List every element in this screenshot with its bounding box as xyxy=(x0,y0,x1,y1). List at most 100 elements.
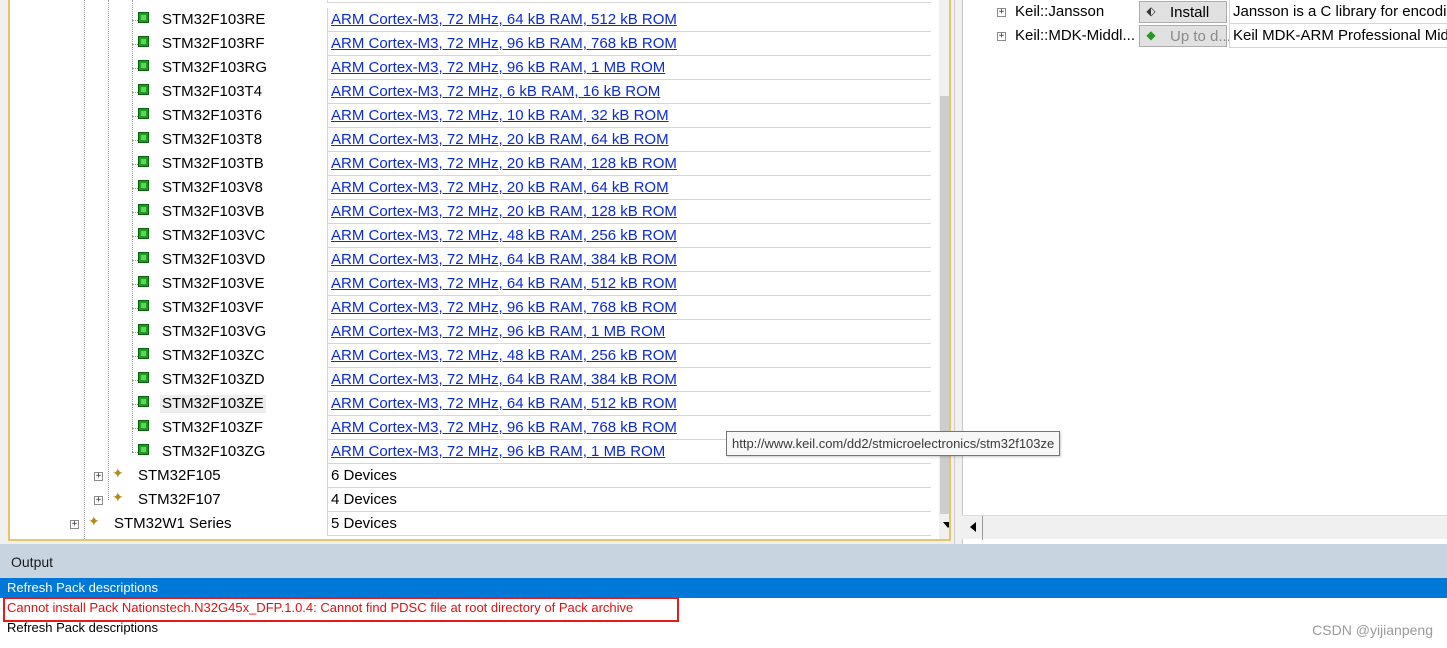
device-name[interactable]: STM32F103RE xyxy=(160,11,267,29)
device-name-cell[interactable]: STM32F103VF xyxy=(10,296,327,320)
device-name[interactable]: STM32F103T8 xyxy=(160,131,264,149)
device-description-link[interactable]: ARM Cortex-M3, 72 MHz, 48 kB RAM, 256 kB… xyxy=(331,347,677,364)
device-description[interactable]: ARM Cortex-M3, 72 MHz, 64 kB RAM, 512 kB… xyxy=(327,392,931,416)
up-to-date-button[interactable]: ◆ Up to d... xyxy=(1139,25,1231,47)
device-row[interactable]: STM32F103ZE ARM Cortex-M3, 72 MHz, 64 kB … xyxy=(10,392,931,416)
device-name[interactable]: STM32F103VD xyxy=(160,251,267,269)
device-row[interactable]: STM32F103V8 ARM Cortex-M3, 72 MHz, 20 kB … xyxy=(10,176,931,200)
device-description-link[interactable]: ARM Cortex-M3, 72 MHz, 96 kB RAM, 768 kB… xyxy=(331,299,677,316)
device-description[interactable]: ARM Cortex-M3, 72 MHz, 64 kB RAM, 512 kB… xyxy=(327,272,931,296)
device-description-link[interactable]: ARM Cortex-M3, 72 MHz, 96 kB RAM, 768 kB… xyxy=(331,419,677,436)
device-row[interactable]: STM32F103TB ARM Cortex-M3, 72 MHz, 20 kB … xyxy=(10,152,931,176)
device-name-cell[interactable]: STM32F103VE xyxy=(10,272,327,296)
device-name[interactable]: STM32F103VC xyxy=(160,227,267,245)
device-name-cell[interactable]: STM32F103VG xyxy=(10,320,327,344)
device-description[interactable]: ARM Cortex-M3, 72 MHz, 20 kB RAM, 128 kB… xyxy=(327,200,931,224)
device-description-link[interactable]: ARM Cortex-M3, 72 MHz, 96 kB RAM, 1 MB R… xyxy=(331,323,665,340)
device-name-cell[interactable]: STM32F103VD xyxy=(10,248,327,272)
expand-icon[interactable]: + xyxy=(94,496,103,505)
device-row[interactable]: STM32F103VF ARM Cortex-M3, 72 MHz, 96 kB … xyxy=(10,296,931,320)
series-name-cell[interactable]: + ✦ STM32W1 Series xyxy=(10,512,327,536)
output-line[interactable]: Refresh Pack descriptions xyxy=(0,578,1447,598)
family-name[interactable]: STM32F105 xyxy=(136,467,223,485)
device-name-cell[interactable]: STM32F103ZG xyxy=(10,440,327,464)
device-description[interactable]: ARM Cortex-M3, 72 MHz, 10 kB RAM, 32 kB … xyxy=(327,104,931,128)
device-description[interactable]: ARM Cortex-M3, 72 MHz, 64 kB RAM, 384 kB… xyxy=(327,0,931,3)
device-tree-vertical-scrollbar[interactable] xyxy=(939,0,949,539)
device-description[interactable]: ARM Cortex-M3, 72 MHz, 96 kB RAM, 1 MB R… xyxy=(327,320,931,344)
device-family-row[interactable]: + ✦ STM32F107 4 Devices xyxy=(10,488,931,512)
device-description[interactable]: ARM Cortex-M3, 72 MHz, 96 kB RAM, 768 kB… xyxy=(327,296,931,320)
device-name[interactable]: STM32F103ZG xyxy=(160,443,267,461)
device-description[interactable]: ARM Cortex-M3, 72 MHz, 96 kB RAM, 768 kB… xyxy=(327,32,931,56)
expand-icon[interactable]: + xyxy=(997,32,1006,41)
series-name[interactable]: STM32W1 Series xyxy=(112,515,234,533)
device-description-link[interactable]: ARM Cortex-M3, 72 MHz, 96 kB RAM, 768 kB… xyxy=(331,35,677,52)
device-name[interactable]: STM32F103ZF xyxy=(160,419,265,437)
device-row[interactable]: STM32F103VB ARM Cortex-M3, 72 MHz, 20 kB … xyxy=(10,200,931,224)
device-name-cell[interactable]: STM32F103ZD xyxy=(10,368,327,392)
device-name-cell[interactable]: STM32F103ZF xyxy=(10,416,327,440)
series-row[interactable]: + ✦ STM32W1 Series 5 Devices xyxy=(10,512,931,536)
scroll-left-arrow-icon[interactable] xyxy=(970,522,976,532)
device-description[interactable]: ARM Cortex-M3, 72 MHz, 20 kB RAM, 64 kB … xyxy=(327,176,931,200)
device-description[interactable]: ARM Cortex-M3, 72 MHz, 6 kB RAM, 16 kB R… xyxy=(327,80,931,104)
device-row[interactable]: STM32F103RF ARM Cortex-M3, 72 MHz, 96 kB … xyxy=(10,32,931,56)
device-description[interactable]: ARM Cortex-M3, 72 MHz, 48 kB RAM, 256 kB… xyxy=(327,224,931,248)
device-row[interactable]: STM32F103T4 ARM Cortex-M3, 72 MHz, 6 kB R… xyxy=(10,80,931,104)
device-description[interactable]: ARM Cortex-M3, 72 MHz, 96 kB RAM, 1 MB R… xyxy=(327,56,931,80)
device-description-link[interactable]: ARM Cortex-M3, 72 MHz, 64 kB RAM, 384 kB… xyxy=(331,371,677,388)
expand-icon[interactable]: + xyxy=(70,520,79,529)
device-description-link[interactable]: ARM Cortex-M3, 72 MHz, 96 kB RAM, 1 MB R… xyxy=(331,59,665,76)
device-name[interactable]: STM32F103TB xyxy=(160,155,266,173)
device-description[interactable]: ARM Cortex-M3, 72 MHz, 48 kB RAM, 256 kB… xyxy=(327,344,931,368)
device-row-partial[interactable]: ARM Cortex-M3, 72 MHz, 64 kB RAM, 384 kB… xyxy=(10,0,931,3)
expand-icon[interactable]: + xyxy=(997,8,1006,17)
device-name-cell[interactable]: STM32F103V8 xyxy=(10,176,327,200)
device-name[interactable]: STM32F103VB xyxy=(160,203,267,221)
pane-splitter[interactable] xyxy=(954,0,962,544)
expand-icon[interactable]: + xyxy=(94,472,103,481)
device-row[interactable]: STM32F103VC ARM Cortex-M3, 72 MHz, 48 kB … xyxy=(10,224,931,248)
device-name[interactable]: STM32F103ZE xyxy=(160,395,266,413)
device-name[interactable]: STM32F103VF xyxy=(160,299,266,317)
device-description[interactable]: ARM Cortex-M3, 72 MHz, 64 kB RAM, 384 kB… xyxy=(327,248,931,272)
pack-row[interactable]: + Keil::MDK-Middl... ◆ Up to d... Keil MDK-A… xyxy=(963,24,1447,48)
pack-row[interactable]: + Keil::Jansson ⬖ Install Jansson is a C lib… xyxy=(963,0,1447,24)
pack-name[interactable]: Keil::MDK-Middl... xyxy=(1015,27,1135,44)
device-row[interactable]: STM32F103ZC ARM Cortex-M3, 72 MHz, 48 kB … xyxy=(10,344,931,368)
device-name[interactable]: STM32F103RF xyxy=(160,35,267,53)
device-description[interactable]: ARM Cortex-M3, 72 MHz, 20 kB RAM, 64 kB … xyxy=(327,128,931,152)
device-row[interactable]: STM32F103T6 ARM Cortex-M3, 72 MHz, 10 kB … xyxy=(10,104,931,128)
family-name[interactable]: STM32F107 xyxy=(136,491,223,509)
device-row[interactable]: STM32F103VG ARM Cortex-M3, 72 MHz, 96 kB … xyxy=(10,320,931,344)
device-description-link[interactable]: ARM Cortex-M3, 72 MHz, 64 kB RAM, 512 kB… xyxy=(331,395,677,412)
device-name-cell[interactable]: STM32F103ZC xyxy=(10,344,327,368)
device-name[interactable]: STM32F103VE xyxy=(160,275,267,293)
device-row[interactable]: STM32F103RE ARM Cortex-M3, 72 MHz, 64 kB … xyxy=(10,8,931,32)
pack-name[interactable]: Keil::Jansson xyxy=(1015,3,1104,20)
device-description-link[interactable]: ARM Cortex-M3, 72 MHz, 64 kB RAM, 384 kB… xyxy=(331,251,677,268)
family-name-cell[interactable]: + ✦ STM32F107 xyxy=(10,488,327,512)
device-name-cell[interactable]: STM32F103VC xyxy=(10,224,327,248)
device-name-cell[interactable]: STM32F103T6 xyxy=(10,104,327,128)
device-name-cell[interactable]: STM32F103TB xyxy=(10,152,327,176)
device-row[interactable]: STM32F103VE ARM Cortex-M3, 72 MHz, 64 kB … xyxy=(10,272,931,296)
device-description-link[interactable]: ARM Cortex-M3, 72 MHz, 64 kB RAM, 512 kB… xyxy=(331,275,677,292)
device-name[interactable]: STM32F103T6 xyxy=(160,107,264,125)
device-name[interactable]: STM32F103T4 xyxy=(160,83,264,101)
packs-horizontal-scrollbar[interactable] xyxy=(962,515,1447,540)
scroll-down-arrow-icon[interactable] xyxy=(943,522,949,528)
device-name-cell[interactable]: STM32F103VB xyxy=(10,200,327,224)
device-description-link[interactable]: ARM Cortex-M3, 72 MHz, 20 kB RAM, 128 kB… xyxy=(331,155,677,172)
device-name-cell[interactable]: STM32F103T8 xyxy=(10,128,327,152)
device-description[interactable]: ARM Cortex-M3, 72 MHz, 64 kB RAM, 384 kB… xyxy=(327,368,931,392)
device-name-cell[interactable]: STM32F103T4 xyxy=(10,80,327,104)
device-row[interactable]: STM32F103T8 ARM Cortex-M3, 72 MHz, 20 kB … xyxy=(10,128,931,152)
device-description-link[interactable]: ARM Cortex-M3, 72 MHz, 20 kB RAM, 128 kB… xyxy=(331,203,677,220)
device-name-cell[interactable]: STM32F103RE xyxy=(10,8,327,32)
device-name-cell[interactable]: STM32F103RF xyxy=(10,32,327,56)
device-description-link[interactable]: ARM Cortex-M3, 72 MHz, 96 kB RAM, 1 MB R… xyxy=(331,443,665,460)
install-button[interactable]: ⬖ Install xyxy=(1139,1,1227,23)
device-row[interactable]: STM32F103RG ARM Cortex-M3, 72 MHz, 96 kB … xyxy=(10,56,931,80)
